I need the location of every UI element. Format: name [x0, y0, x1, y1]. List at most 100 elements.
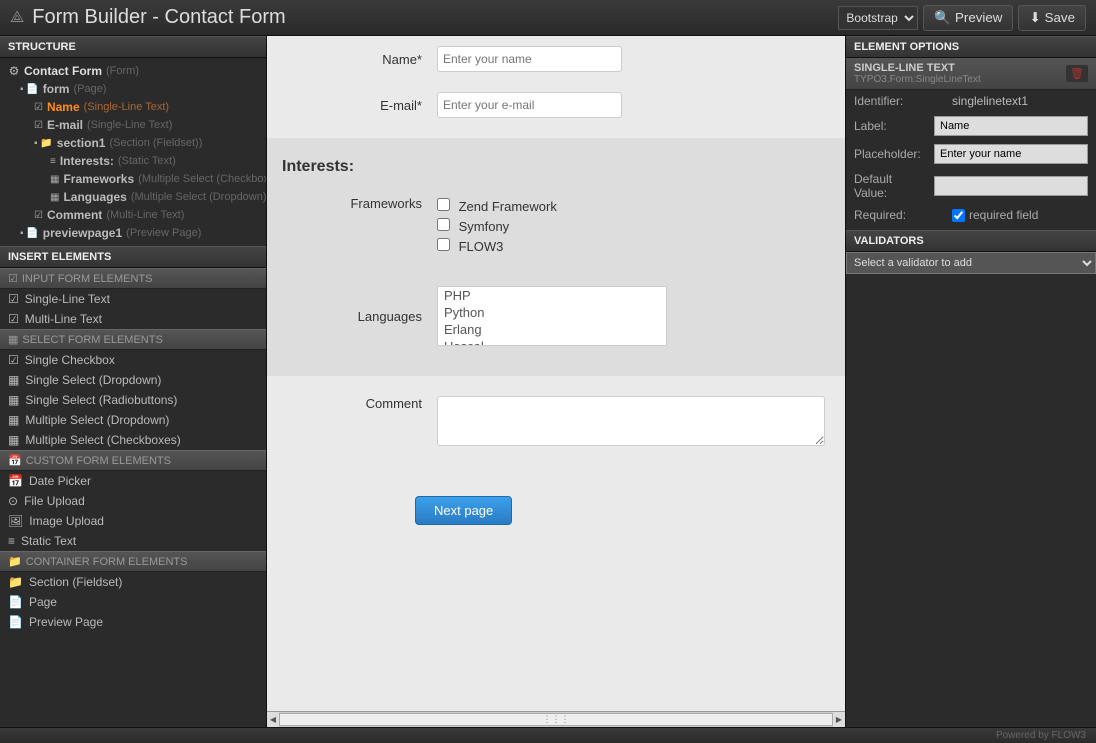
- preview-button[interactable]: 🔍Preview: [923, 5, 1013, 31]
- insert-element[interactable]: ⊙ File Upload: [0, 491, 266, 511]
- save-button[interactable]: ⬇Save: [1018, 5, 1086, 31]
- tree-item[interactable]: ▦ Languages (Multiple Select (Dropdown)): [0, 188, 266, 206]
- insert-element[interactable]: ▦ Single Select (Dropdown): [0, 370, 266, 390]
- folder-icon: ▪ 📁: [34, 138, 53, 149]
- structure-header: STRUCTURE: [0, 36, 266, 58]
- search-icon: 🔍: [934, 10, 951, 26]
- email-row: E-mail*: [267, 82, 845, 128]
- element-type-header: SINGLE-LINE TEXT TYPO3.Form:SingleLineTe…: [846, 58, 1096, 90]
- element-icon: ☑: [8, 312, 19, 326]
- logo-icon: ⟁: [10, 9, 24, 27]
- placeholder-input[interactable]: [934, 144, 1088, 164]
- default-input[interactable]: [934, 176, 1088, 196]
- label-row: Label:: [846, 112, 1096, 140]
- language-option[interactable]: Python: [438, 304, 666, 321]
- tree-item[interactable]: ▪ 📄 form (Page): [0, 80, 266, 98]
- tree-item[interactable]: ▪ 📁 section1 (Section (Fieldset)): [0, 134, 266, 152]
- insert-element[interactable]: 📁 Section (Fieldset): [0, 572, 266, 592]
- select-icon: ▦: [50, 174, 59, 185]
- insert-element[interactable]: 📅 Date Picker: [0, 471, 266, 491]
- left-panel: STRUCTURE ⚙ Contact Form (Form) ▪ 📄 form…: [0, 36, 267, 727]
- required-row: Required: required field: [846, 204, 1096, 226]
- element-icon: ☑: [8, 292, 19, 306]
- tree-item[interactable]: ▦ Frameworks (Multiple Select (Checkboxe…: [0, 170, 266, 188]
- element-icon: 🖼: [8, 514, 23, 528]
- gear-icon: ⚙: [8, 64, 20, 78]
- insert-element[interactable]: ☑ Single-Line Text: [0, 289, 266, 309]
- framework-checkbox[interactable]: Symfony: [437, 216, 557, 236]
- tree-item[interactable]: ▪ 📄 previewpage1 (Preview Page): [0, 224, 266, 242]
- insert-header: INSERT ELEMENTS: [0, 246, 266, 268]
- download-icon: ⬇: [1029, 10, 1040, 26]
- group-icon: ▦: [8, 333, 18, 346]
- insert-element[interactable]: ☑ Multi-Line Text: [0, 309, 266, 329]
- center-panel: Name* E-mail* Interests: Frameworks Zend…: [267, 36, 845, 727]
- email-input[interactable]: [437, 92, 622, 118]
- tree-item[interactable]: ≡ Interests: (Static Text): [0, 152, 266, 170]
- label-input[interactable]: [934, 116, 1088, 136]
- identifier-row: Identifier: singlelinetext1: [846, 90, 1096, 112]
- tree-item[interactable]: ☑ E-mail (Single-Line Text): [0, 116, 266, 134]
- interests-fieldset: Interests: Frameworks Zend Framework Sym…: [267, 138, 845, 376]
- page-icon: ▪ 📄: [20, 84, 39, 95]
- default-row: Default Value:: [846, 168, 1096, 204]
- framework-checkbox[interactable]: FLOW3: [437, 236, 557, 256]
- text-icon: ☑: [34, 210, 43, 221]
- structure-tree: ⚙ Contact Form (Form) ▪ 📄 form (Page)☑ N…: [0, 58, 266, 246]
- comment-textarea[interactable]: [437, 396, 825, 446]
- footer: Powered by FLOW3: [0, 727, 1096, 743]
- placeholder-row: Placeholder:: [846, 140, 1096, 168]
- element-icon: ⊙: [8, 494, 18, 508]
- element-icon: 📄: [8, 595, 23, 609]
- element-icon: ▦: [8, 433, 19, 447]
- name-label: Name*: [287, 52, 437, 67]
- insert-element[interactable]: ▦ Multiple Select (Checkboxes): [0, 430, 266, 450]
- validator-select[interactable]: Select a validator to add: [846, 252, 1096, 274]
- name-input[interactable]: [437, 46, 622, 72]
- insert-element[interactable]: 📄 Page: [0, 592, 266, 612]
- delete-element-button[interactable]: 🗑: [1066, 65, 1088, 82]
- insert-element[interactable]: ≡ Static Text: [0, 531, 266, 551]
- required-checkbox[interactable]: [952, 209, 965, 222]
- horizontal-scrollbar[interactable]: ◀ ⋮⋮⋮ ▶: [267, 711, 845, 727]
- languages-select[interactable]: PHPPythonErlangHascal: [437, 286, 667, 346]
- select-icon: ▦: [50, 192, 59, 203]
- required-checkbox-label[interactable]: required field: [952, 208, 1038, 222]
- text-icon: ☑: [34, 120, 43, 131]
- insert-group-header: ☑ INPUT FORM ELEMENTS: [0, 268, 266, 289]
- comment-label: Comment: [287, 396, 437, 411]
- validators-header: VALIDATORS: [846, 230, 1096, 252]
- group-icon: ☑: [8, 272, 18, 285]
- tree-item[interactable]: ☑ Comment (Multi-Line Text): [0, 206, 266, 224]
- language-option[interactable]: Erlang: [438, 321, 666, 338]
- scrollbar-thumb[interactable]: ⋮⋮⋮: [279, 713, 833, 726]
- email-label: E-mail*: [287, 98, 437, 113]
- frameworks-label: Frameworks: [287, 196, 437, 211]
- scroll-right-arrow[interactable]: ▶: [833, 712, 845, 727]
- element-class: TYPO3.Form:SingleLineText: [854, 74, 981, 85]
- element-icon: ▦: [8, 393, 19, 407]
- next-page-button[interactable]: Next page: [415, 496, 512, 525]
- page-icon: ▪ 📄: [20, 228, 39, 239]
- tree-item[interactable]: ☑ Name (Single-Line Text): [0, 98, 266, 116]
- language-option[interactable]: Hascal: [438, 338, 666, 346]
- form-canvas: Name* E-mail* Interests: Frameworks Zend…: [267, 36, 845, 711]
- insert-group-header: 📅 CUSTOM FORM ELEMENTS: [0, 450, 266, 471]
- preset-select[interactable]: Bootstrap: [838, 6, 918, 30]
- framework-checkbox[interactable]: Zend Framework: [437, 196, 557, 216]
- insert-element[interactable]: ☑ Single Checkbox: [0, 350, 266, 370]
- insert-group-header: 📁 CONTAINER FORM ELEMENTS: [0, 551, 266, 572]
- insert-element[interactable]: 🖼 Image Upload: [0, 511, 266, 531]
- static-icon: ≡: [50, 156, 56, 167]
- scroll-left-arrow[interactable]: ◀: [267, 712, 279, 727]
- insert-element[interactable]: ▦ Multiple Select (Dropdown): [0, 410, 266, 430]
- element-icon: 📅: [8, 474, 23, 488]
- options-header: ELEMENT OPTIONS: [846, 36, 1096, 58]
- name-row: Name*: [267, 36, 845, 82]
- tree-root[interactable]: ⚙ Contact Form (Form): [0, 62, 266, 80]
- text-icon: ☑: [34, 102, 43, 113]
- language-option[interactable]: PHP: [438, 287, 666, 304]
- group-icon: 📁: [8, 555, 22, 568]
- insert-element[interactable]: 📄 Preview Page: [0, 612, 266, 632]
- insert-element[interactable]: ▦ Single Select (Radiobuttons): [0, 390, 266, 410]
